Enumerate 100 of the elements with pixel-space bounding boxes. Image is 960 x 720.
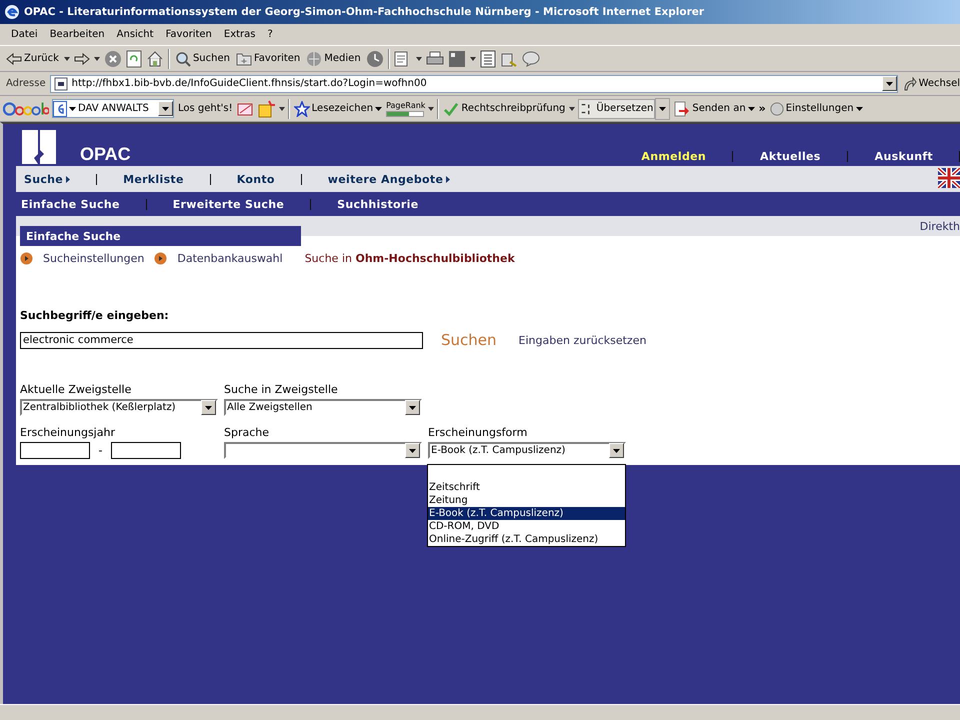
dropdown-icon[interactable] — [416, 56, 422, 60]
caret-icon — [659, 106, 666, 110]
caret-icon — [205, 406, 212, 410]
field-label: Aktuelle Zweigstelle — [20, 383, 132, 396]
folder-star-icon — [236, 52, 252, 66]
menu-item[interactable]: Favoriten — [160, 29, 217, 40]
nav-link[interactable]: Suche — [24, 172, 70, 186]
dropdown-icon[interactable] — [428, 106, 434, 110]
branch-select[interactable]: Zentralbibliothek (Keßlerplatz) — [20, 399, 218, 416]
logo — [22, 130, 56, 164]
site-title: OPAC — [80, 144, 131, 164]
dropdown-option[interactable]: Zeitschrift — [428, 481, 625, 494]
menu-item[interactable]: Ansicht — [112, 29, 159, 40]
field-label: Erscheinungsjahr — [20, 426, 116, 439]
dropdown-icon[interactable] — [569, 106, 576, 110]
nav-link[interactable]: Konto — [236, 172, 275, 186]
caret-icon — [409, 448, 416, 452]
menu-item[interactable]: Datei — [6, 29, 43, 40]
panel-link[interactable]: Sucheinstellungen — [43, 252, 144, 264]
dropdown-icon[interactable] — [94, 56, 100, 60]
home-icon[interactable] — [146, 50, 164, 68]
caret-icon — [69, 106, 76, 110]
caret-icon — [162, 106, 169, 110]
document-icon[interactable] — [480, 50, 496, 68]
dropdown-icon[interactable] — [470, 56, 476, 60]
language-select[interactable] — [224, 442, 422, 459]
submenu-arrow-icon — [66, 176, 70, 182]
field-label: Sprache — [224, 426, 270, 439]
menu-item[interactable]: Extras — [218, 29, 260, 40]
history-icon[interactable] — [366, 50, 384, 68]
dropdown-option[interactable]: E-Book (z.T. Campuslizenz) — [428, 507, 625, 520]
submenu-arrow-icon — [446, 176, 450, 182]
bookmarks-button[interactable]: Lesezeichen — [292, 100, 384, 118]
popup-blocker-icon[interactable] — [236, 100, 255, 116]
print-icon[interactable] — [426, 50, 444, 66]
favorites-button[interactable]: Favoriten — [234, 50, 302, 66]
nav-link[interactable]: Aktuelles — [733, 150, 847, 162]
dropdown-button[interactable] — [655, 98, 670, 120]
caret-icon — [856, 106, 863, 110]
dropdown-icon[interactable] — [278, 106, 285, 110]
nav-link[interactable]: Merkliste — [123, 172, 184, 186]
bullet-icon — [154, 252, 168, 264]
caret-icon — [886, 82, 893, 86]
branch-select[interactable]: Alle Zweigstellen — [224, 399, 422, 416]
refresh-icon[interactable] — [126, 50, 142, 68]
panel-link[interactable]: Datenbankauswahl — [177, 252, 283, 264]
back-arrow-icon — [6, 52, 22, 64]
range-separator: - — [98, 444, 104, 457]
pagerank-label: PageRank — [386, 100, 426, 110]
field-label: Erscheinungsform — [428, 426, 528, 439]
search-field[interactable]: electronic commerce — [20, 332, 423, 348]
more-button[interactable]: » — [758, 102, 766, 115]
reset-link[interactable]: Eingaben zurücksetzen — [518, 334, 646, 346]
search-engine-icon[interactable] — [53, 100, 67, 116]
flag-icon[interactable] — [938, 168, 960, 188]
globe-icon — [306, 50, 322, 66]
media-button[interactable]: Medien — [305, 50, 362, 68]
translate-button[interactable]: Übersetzen — [578, 98, 656, 118]
caret-icon — [613, 448, 620, 452]
nav-link[interactable]: Erweiterte Suche — [172, 198, 284, 210]
nav-link[interactable]: Auskunft — [848, 150, 959, 162]
send-button[interactable]: Senden an — [673, 100, 756, 118]
dropdown-icon[interactable] — [64, 56, 70, 60]
menu-item[interactable]: ? — [262, 29, 278, 40]
search-button[interactable]: Suchen — [174, 50, 231, 68]
caret-icon — [748, 106, 755, 110]
dropdown-option[interactable]: CD-ROM, DVD — [428, 520, 625, 533]
speech-bubble-icon[interactable] — [522, 50, 540, 66]
browser-icon — [4, 4, 20, 20]
dropdown-option[interactable]: Online-Zugriff (z.T. Campuslizenz) — [428, 533, 625, 546]
bullet-icon — [20, 252, 33, 264]
side-link[interactable]: Direkth — [920, 220, 960, 232]
caret-icon — [409, 406, 416, 410]
nav-link[interactable]: Anmelden — [614, 150, 732, 162]
dropdown-option[interactable]: Zeitung — [428, 494, 625, 507]
caret-icon — [375, 106, 382, 110]
nav-link[interactable]: weitere Angebote — [328, 172, 450, 186]
nav-link[interactable]: Einfache Suche — [21, 198, 120, 210]
search-icon — [174, 50, 191, 66]
nav-link[interactable]: Suchhistorie — [337, 198, 418, 210]
google-search-button[interactable]: Los geht's! — [177, 102, 234, 115]
star-icon — [294, 100, 310, 116]
settings-button[interactable]: Einstellungen — [768, 100, 864, 116]
check-icon — [443, 102, 460, 116]
circle-icon — [770, 102, 784, 116]
scope-text: Suche in Ohm-Hochschulbibliothek — [304, 252, 515, 264]
back-button[interactable]: Zurück — [5, 52, 60, 66]
address-label: Adresse — [6, 78, 46, 89]
forward-icon[interactable] — [74, 52, 90, 64]
send-page-icon — [674, 100, 690, 116]
year-to-field[interactable] — [111, 442, 181, 459]
form-select[interactable]: E-Book (z.T. Campuslizenz) — [428, 442, 626, 459]
logo — [3, 100, 49, 118]
menu-item[interactable]: Bearbeiten — [44, 29, 110, 40]
pagerank-bar — [386, 110, 424, 116]
go-button[interactable]: Wechsel — [902, 76, 960, 92]
panel-title: Einfache Suche — [20, 226, 301, 246]
spellcheck-button[interactable]: Rechtschreibprüfung — [442, 100, 566, 116]
window-title: OPAC - Literaturinformationssystem der Georg-Simon-Ohm-Fachhochschule Nürnberg - Microsoft Internet Explorer — [24, 6, 704, 18]
year-from-field[interactable] — [20, 442, 90, 459]
